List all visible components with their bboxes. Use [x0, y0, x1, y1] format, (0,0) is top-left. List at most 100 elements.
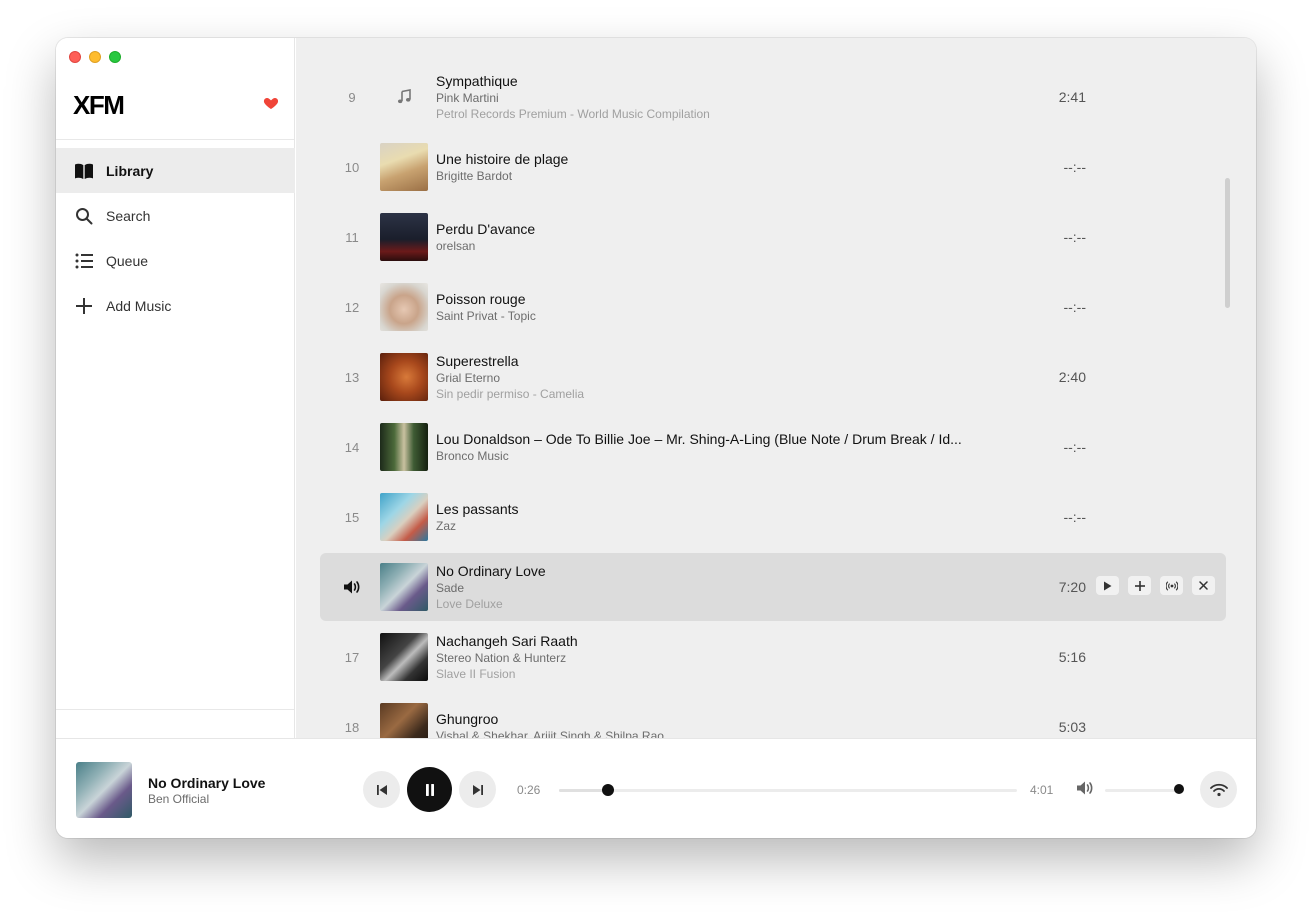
- track-number: 13: [344, 369, 360, 385]
- close-icon: [1199, 581, 1208, 590]
- track-album: Slave II Fusion: [436, 667, 516, 681]
- track-row[interactable]: 12 Poisson rouge Saint Privat - Topic --…: [320, 273, 1226, 341]
- close-window-button[interactable]: [69, 51, 81, 63]
- track-row-now-playing[interactable]: No Ordinary Love Sade Love Deluxe 7:20: [320, 553, 1226, 621]
- wifi-button[interactable]: [1200, 771, 1237, 808]
- app-logo: XFM: [73, 90, 125, 120]
- track-row[interactable]: 17 Nachangeh Sari Raath Stereo Nation & …: [320, 623, 1226, 691]
- track-row[interactable]: 10 Une histoire de plage Brigitte Bardot…: [320, 133, 1226, 201]
- now-playing-art[interactable]: [76, 762, 132, 818]
- album-art: [380, 493, 428, 541]
- track-duration: 5:03: [1058, 719, 1086, 735]
- track-artist: Brigitte Bardot: [436, 169, 513, 183]
- track-duration: 7:20: [1058, 579, 1086, 595]
- sidebar-item-library[interactable]: Library: [56, 148, 295, 193]
- volume-handle[interactable]: [1174, 784, 1184, 794]
- previous-button[interactable]: [363, 771, 400, 808]
- volume-icon[interactable]: [1076, 780, 1096, 796]
- track-artist: Saint Privat - Topic: [436, 309, 536, 323]
- sidebar-item-label: Queue: [106, 252, 149, 269]
- album-art: [380, 143, 428, 191]
- play-track-button[interactable]: [1096, 576, 1119, 595]
- search-icon: [74, 206, 94, 226]
- track-row[interactable]: 13 Superestrella Grial Eterno Sin pedir …: [320, 343, 1226, 411]
- track-number: 9: [348, 89, 356, 105]
- track-duration: 2:41: [1058, 89, 1086, 105]
- track-number: 15: [344, 509, 360, 525]
- track-duration: --:--: [1063, 229, 1086, 245]
- track-artist: Stereo Nation & Hunterz: [436, 651, 567, 665]
- music-note-icon: [380, 73, 428, 121]
- play-icon: [1104, 581, 1112, 590]
- add-to-queue-button[interactable]: [1128, 576, 1151, 595]
- album-art: [380, 283, 428, 331]
- sidebar-item-label: Search: [106, 207, 151, 224]
- track-title: Lou Donaldson – Ode To Billie Joe – Mr. …: [436, 431, 962, 447]
- wifi-icon: [1209, 783, 1228, 796]
- elapsed-time: 0:26: [517, 783, 541, 797]
- heart-icon[interactable]: [263, 95, 279, 111]
- track-actions: [1096, 576, 1215, 595]
- volume-slider[interactable]: [1105, 784, 1184, 794]
- pause-icon: [425, 783, 434, 796]
- next-button[interactable]: [459, 771, 496, 808]
- sidebar-item-label: Add Music: [106, 297, 172, 314]
- track-duration: --:--: [1063, 439, 1086, 455]
- sidebar-item-add-music[interactable]: Add Music: [56, 283, 295, 328]
- minimize-window-button[interactable]: [89, 51, 101, 63]
- sidebar-bottom-divider: [56, 709, 294, 710]
- track-duration: --:--: [1063, 509, 1086, 525]
- track-number: 18: [344, 719, 360, 735]
- track-duration: 2:40: [1058, 369, 1086, 385]
- track-title: Nachangeh Sari Raath: [436, 633, 578, 649]
- sidebar-item-search[interactable]: Search: [56, 193, 295, 238]
- radio-waves-icon: [1165, 580, 1178, 591]
- app-window: XFM Library Search Queue Add Music 9 Sym…: [56, 38, 1256, 838]
- zoom-window-button[interactable]: [109, 51, 121, 63]
- track-album: Petrol Records Premium - World Music Com…: [436, 107, 710, 121]
- track-row[interactable]: 15 Les passants Zaz --:--: [320, 483, 1226, 551]
- now-playing-artist: Ben Official: [148, 792, 210, 806]
- track-artist: Bronco Music: [436, 449, 509, 463]
- progress-fill: [559, 789, 609, 792]
- speaker-icon: [320, 553, 384, 621]
- album-art: [380, 563, 428, 611]
- remove-track-button[interactable]: [1192, 576, 1215, 595]
- track-number: 12: [344, 299, 360, 315]
- track-number: 11: [345, 229, 359, 245]
- window-controls: [69, 51, 121, 63]
- track-title: Sympathique: [436, 73, 518, 89]
- track-duration: 5:16: [1058, 649, 1086, 665]
- album-art: [380, 633, 428, 681]
- track-row[interactable]: 14 Lou Donaldson – Ode To Billie Joe – M…: [320, 413, 1226, 481]
- track-artist: orelsan: [436, 239, 476, 253]
- album-art: [380, 423, 428, 471]
- sidebar-nav: Library Search Queue Add Music: [56, 148, 295, 328]
- track-row[interactable]: 9 Sympathique Pink Martini Petrol Record…: [320, 63, 1226, 131]
- skip-forward-icon: [472, 784, 483, 795]
- book-icon: [74, 161, 94, 181]
- album-art: [380, 703, 428, 738]
- track-artist: Sade: [436, 581, 465, 595]
- track-title: Perdu D'avance: [436, 221, 536, 237]
- pause-button[interactable]: [407, 767, 452, 812]
- sidebar-divider: [56, 139, 294, 140]
- track-title: Ghungroo: [436, 711, 499, 727]
- progress-handle[interactable]: [602, 784, 615, 796]
- track-number: 10: [344, 159, 360, 175]
- now-playing-title: No Ordinary Love: [148, 775, 266, 791]
- plus-icon: [1134, 580, 1145, 591]
- sidebar-item-queue[interactable]: Queue: [56, 238, 295, 283]
- album-art: [380, 213, 428, 261]
- track-row[interactable]: 11 Perdu D'avance orelsan --:--: [320, 203, 1226, 271]
- progress-slider[interactable]: [559, 784, 1017, 796]
- album-art: [380, 353, 428, 401]
- scrollbar[interactable]: [1225, 178, 1230, 308]
- list-icon: [74, 251, 94, 271]
- track-number: 17: [344, 649, 360, 665]
- radio-button[interactable]: [1160, 576, 1183, 595]
- track-artist: Grial Eterno: [436, 371, 501, 385]
- skip-back-icon: [376, 784, 387, 795]
- track-row[interactable]: 18 Ghungroo Vishal & Shekhar, Arijit Sin…: [320, 693, 1226, 738]
- track-title: Les passants: [436, 501, 519, 517]
